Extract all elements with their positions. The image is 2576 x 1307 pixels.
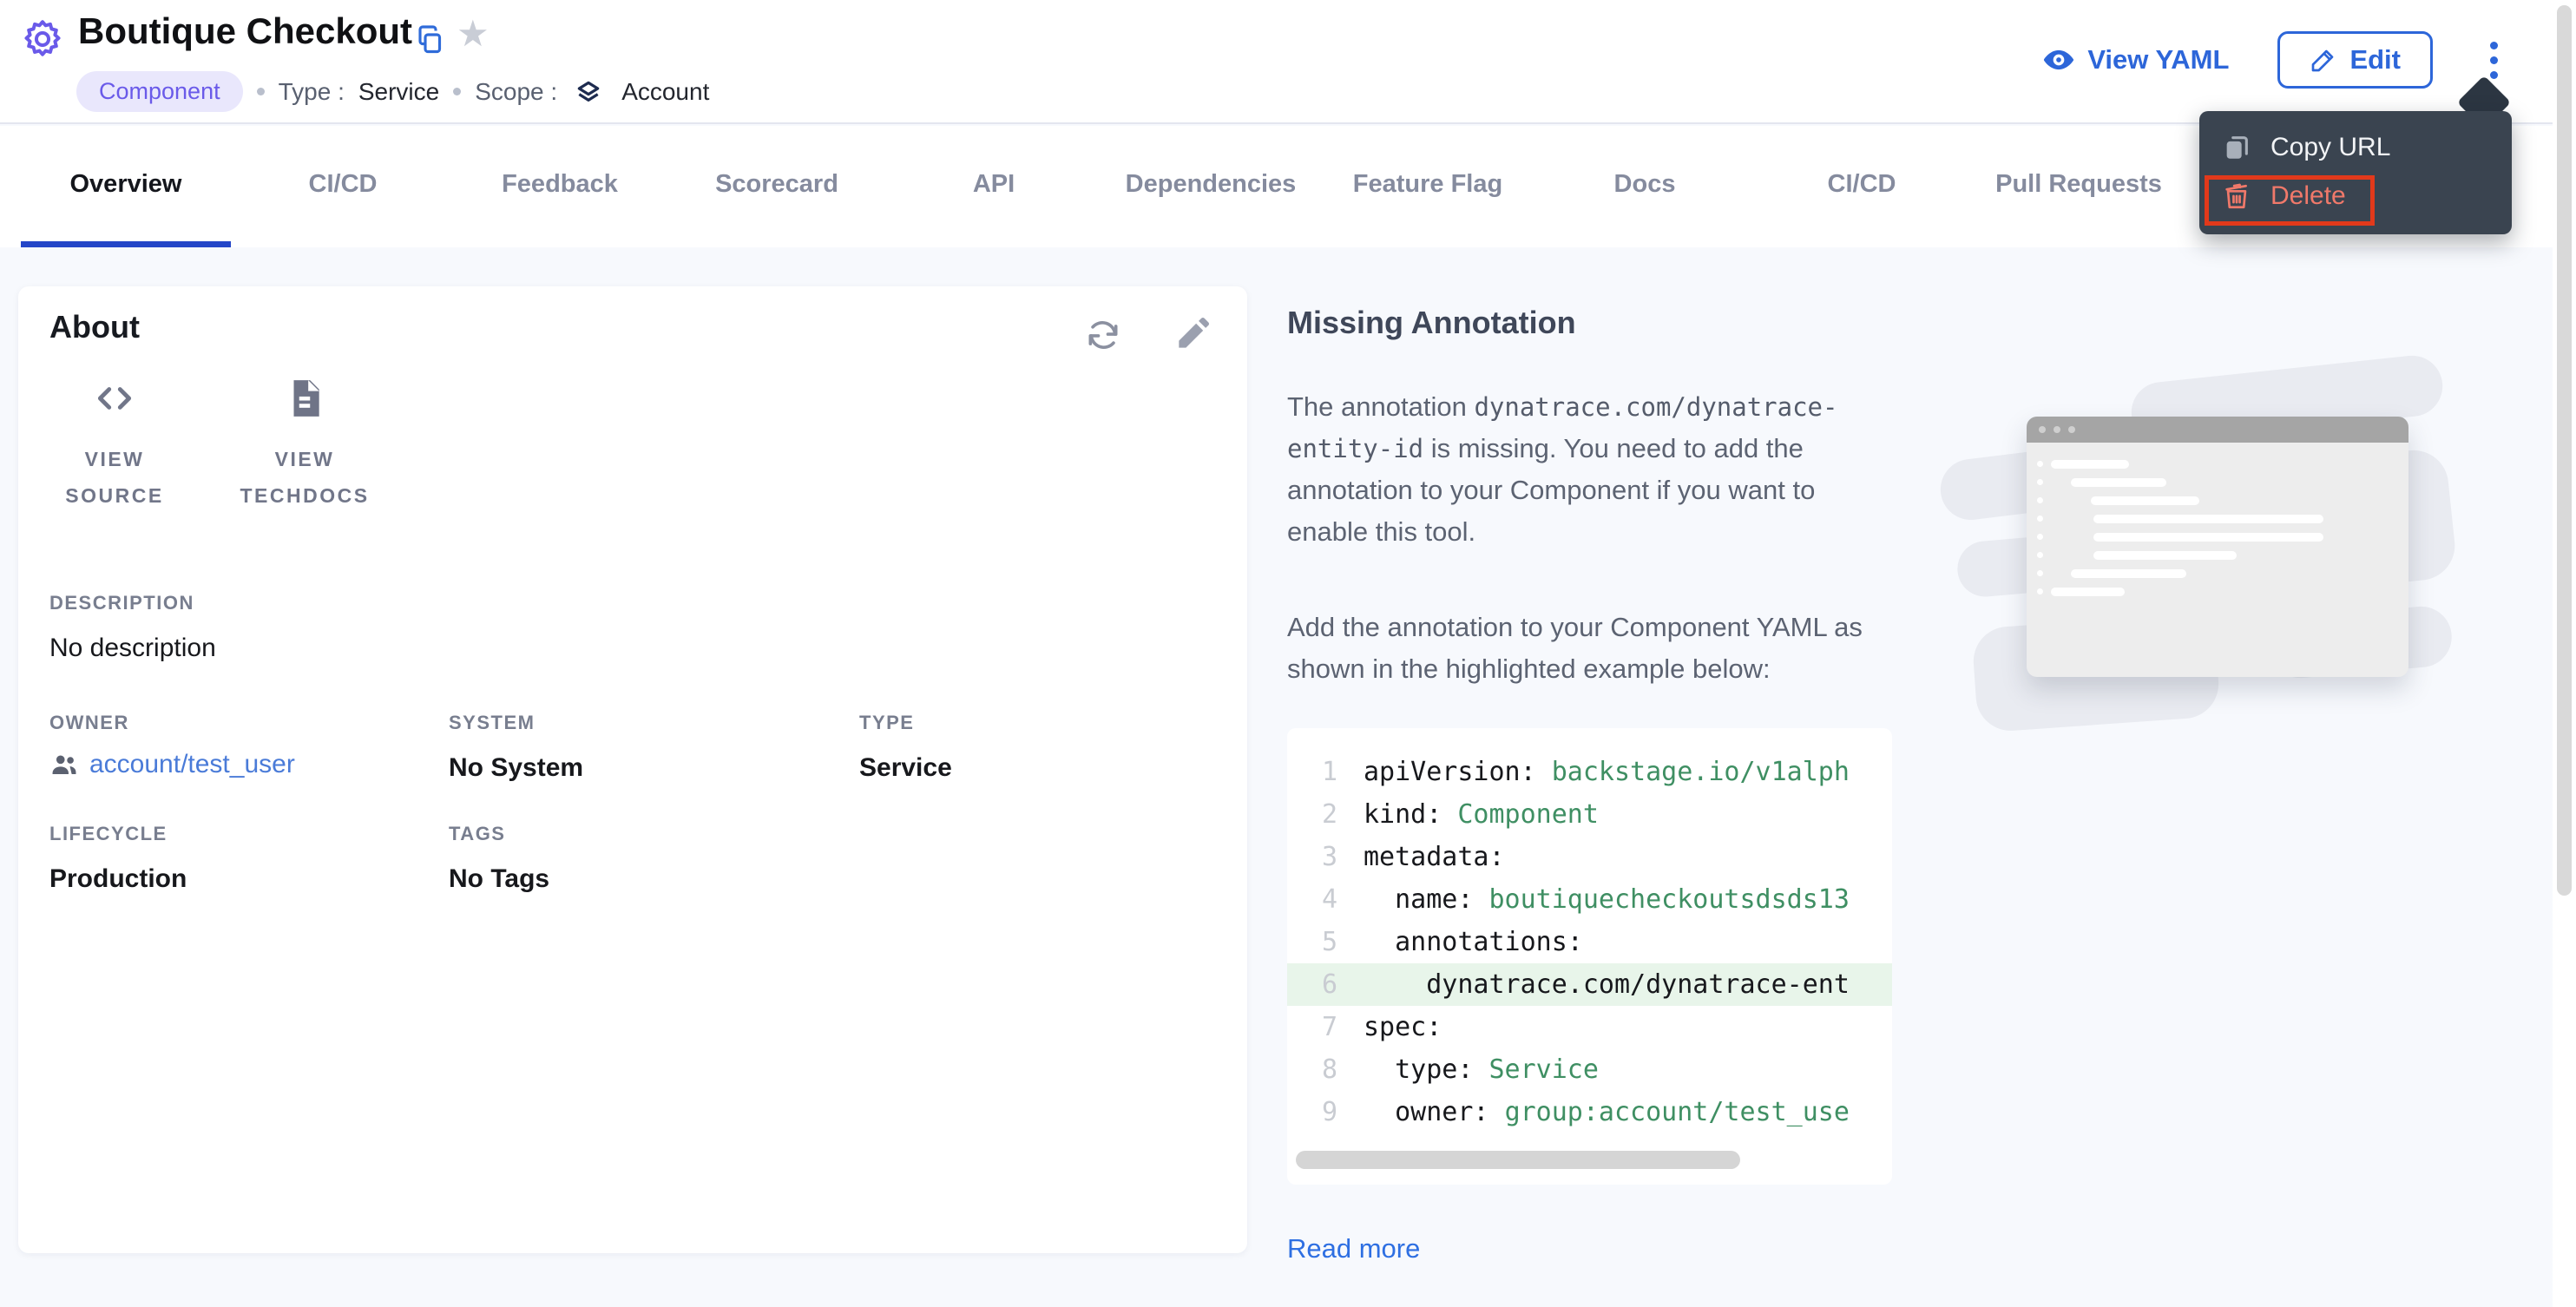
type-value: Service: [358, 78, 439, 106]
meta-separator-dot: [257, 88, 265, 95]
system-label: SYSTEM: [449, 712, 859, 734]
read-more-link[interactable]: Read more: [1287, 1233, 1420, 1264]
view-source-link[interactable]: VIEW SOURCE: [49, 377, 180, 514]
add-annotation-text: Add the annotation to your Component YAM…: [1287, 607, 1892, 690]
browser-window-graphic: [2027, 417, 2408, 677]
scope-label: Scope :: [475, 78, 557, 106]
menu-item-delete[interactable]: Delete: [2199, 172, 2512, 220]
refresh-icon[interactable]: [1084, 316, 1122, 354]
missing-annotation-panel: Missing Annotation The annotation dynatr…: [1287, 305, 1892, 1264]
entity-header: Boutique Checkout ★ Component Type : Ser…: [0, 0, 2576, 124]
people-icon: [49, 750, 79, 779]
copy-url-label: Copy URL: [2270, 133, 2390, 162]
tab-cicd[interactable]: CI/CD: [234, 126, 451, 247]
yaml-line: 1apiVersion: backstage.io/v1alph: [1287, 751, 1892, 793]
yaml-line: 9 owner: group:account/test_use: [1287, 1091, 1892, 1133]
view-source-label: VIEW SOURCE: [49, 441, 180, 514]
missing-annotation-title: Missing Annotation: [1287, 305, 1892, 341]
page-title: Boutique Checkout: [78, 10, 412, 52]
scope-value: Account: [621, 78, 709, 106]
document-icon: [283, 377, 326, 420]
description-value: No description: [49, 634, 216, 663]
type-label: Type :: [279, 78, 345, 106]
delete-label: Delete: [2270, 181, 2346, 211]
system-value: No System: [449, 753, 859, 783]
kind-badge: Component: [76, 71, 243, 112]
description-label: DESCRIPTION: [49, 592, 216, 614]
favorite-star-icon[interactable]: ★: [457, 12, 490, 55]
lifecycle-value: Production: [49, 864, 449, 894]
edit-about-pencil-icon[interactable]: [1173, 316, 1211, 354]
tags-label: TAGS: [449, 823, 859, 845]
header-actions: View YAML Edit: [2042, 31, 2507, 89]
entity-meta-row: Component Type : Service Scope : Account: [76, 71, 709, 112]
owner-link[interactable]: account/test_user: [49, 750, 449, 779]
tab-cicd-2[interactable]: CI/CD: [1753, 126, 1970, 247]
tab-feature-flag[interactable]: Feature Flag: [1319, 126, 1536, 247]
yaml-line-highlighted: 6 dynatrace.com/dynatrace-ent: [1287, 963, 1892, 1006]
yaml-line: 8 type: Service: [1287, 1048, 1892, 1091]
page-scrollbar-thumb[interactable]: [2557, 5, 2572, 896]
type-field-label: TYPE: [859, 712, 1120, 734]
view-techdocs-label: VIEW TECHDOCS: [227, 441, 383, 514]
copy-icon: [2222, 133, 2251, 162]
component-gear-icon: [21, 17, 64, 61]
yaml-line: 5 annotations:: [1287, 921, 1892, 963]
window-titlebar: [2027, 417, 2408, 443]
page-scrollbar-track: [2553, 0, 2576, 1307]
edit-button[interactable]: Edit: [2277, 31, 2433, 89]
yaml-line: 3metadata:: [1287, 836, 1892, 878]
about-card-title: About: [49, 309, 140, 345]
owner-label: OWNER: [49, 712, 449, 734]
trash-icon: [2222, 181, 2251, 211]
yaml-line: 4 name: boutiquecheckoutsdsds13: [1287, 878, 1892, 921]
edit-label: Edit: [2349, 44, 2401, 76]
menu-item-copy-url[interactable]: Copy URL: [2199, 123, 2512, 172]
copy-name-icon[interactable]: [415, 24, 446, 56]
tab-overview[interactable]: Overview: [17, 126, 234, 247]
about-card: About VIEW SOURCE: [18, 286, 1247, 1253]
context-menu: Copy URL Delete: [2199, 111, 2512, 234]
tab-docs[interactable]: Docs: [1536, 126, 1753, 247]
meta-separator-dot: [453, 88, 461, 95]
view-yaml-button[interactable]: View YAML: [2042, 43, 2229, 76]
lifecycle-label: LIFECYCLE: [49, 823, 449, 845]
yaml-code-block: 1apiVersion: backstage.io/v1alph 2kind: …: [1287, 728, 1892, 1185]
owner-value: account/test_user: [89, 750, 295, 779]
eye-icon: [2042, 43, 2075, 76]
missing-annotation-text: The annotation dynatrace.com/dynatrace-e…: [1287, 386, 1892, 553]
entity-tab-bar: Overview CI/CD Feedback Scorecard API De…: [0, 126, 2576, 247]
code-horizontal-scrollbar[interactable]: [1296, 1151, 1740, 1169]
layers-icon: [575, 78, 602, 106]
tab-pull-requests[interactable]: Pull Requests: [1970, 126, 2187, 247]
tags-value: No Tags: [449, 864, 859, 894]
tab-api[interactable]: API: [885, 126, 1102, 247]
yaml-line: 7spec:: [1287, 1006, 1892, 1048]
view-yaml-label: View YAML: [2087, 44, 2229, 76]
pencil-icon: [2310, 46, 2337, 74]
view-techdocs-link[interactable]: VIEW TECHDOCS: [227, 377, 383, 514]
tab-feedback[interactable]: Feedback: [451, 126, 668, 247]
yaml-line: 2kind: Component: [1287, 793, 1892, 836]
tab-scorecard[interactable]: Scorecard: [668, 126, 885, 247]
code-brackets-icon: [93, 377, 136, 420]
empty-state-illustration: [1905, 351, 2478, 759]
content-area: About VIEW SOURCE: [0, 247, 2576, 1307]
tab-dependencies[interactable]: Dependencies: [1102, 126, 1319, 247]
type-field-value: Service: [859, 753, 1120, 783]
